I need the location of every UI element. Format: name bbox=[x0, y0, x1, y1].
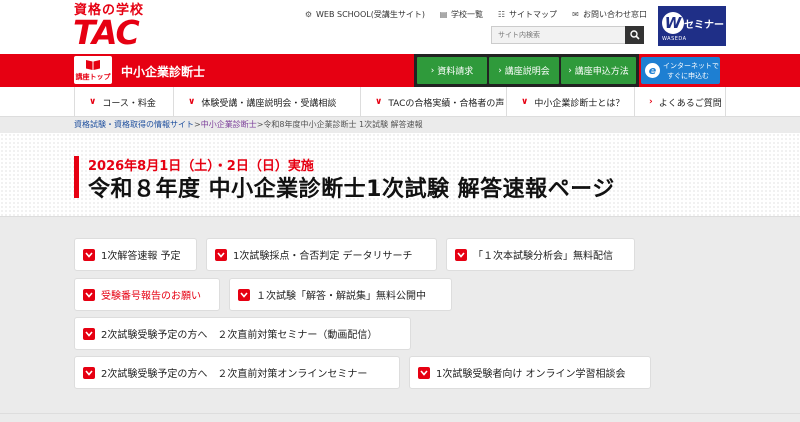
nav-label: 中小企業診断士とは？ bbox=[534, 98, 625, 109]
search-button[interactable] bbox=[625, 26, 644, 44]
toplink-web-school[interactable]: ⚙ WEB SCHOOL(受講生サイト) bbox=[304, 9, 425, 20]
link-label: 受験番号報告のお願い bbox=[101, 291, 201, 302]
section-title: 中小企業診断士 bbox=[121, 65, 206, 79]
chevron-down-icon bbox=[83, 248, 95, 261]
hero-accent-bar bbox=[74, 156, 79, 198]
link-label: 2次試験受験予定の方へ ２次直前対策セミナー（動画配信） bbox=[101, 330, 378, 341]
search-input[interactable] bbox=[491, 26, 625, 44]
request-brochure-button[interactable]: › 資料請求 bbox=[417, 57, 487, 84]
chevron-right-icon: › bbox=[498, 65, 502, 76]
link-label: 2次試験受験予定の方へ ２次直前対策オンラインセミナー bbox=[101, 369, 368, 380]
link-online-study-consultation[interactable]: 1次試験受験者向け オンライン学習相談会 bbox=[409, 356, 651, 389]
toplink-school-list[interactable]: ▤ 学校一覧 bbox=[439, 9, 483, 20]
mail-icon: ✉ bbox=[572, 10, 579, 19]
sitemap-icon: ☷ bbox=[497, 10, 506, 19]
toplink-label: お問い合わせ窓口 bbox=[582, 10, 647, 19]
toplink-contact[interactable]: ✉ お問い合わせ窓口 bbox=[571, 9, 647, 20]
apply-online-line2: すぐに申込む bbox=[667, 72, 709, 80]
chevron-down-icon: ∨ bbox=[188, 97, 196, 107]
link-answer-book[interactable]: １次試験「解答・解説集」無料公開中 bbox=[229, 278, 452, 311]
link-secondary-online-seminar[interactable]: 2次試験受験予定の方へ ２次直前対策オンラインセミナー bbox=[74, 356, 400, 389]
chevron-down-icon bbox=[215, 248, 227, 261]
logo-text: TAC bbox=[73, 13, 140, 52]
site-header: 資格の学校 TAC ⚙ WEB SCHOOL(受講生サイト) ▤ 学校一覧 ☷ … bbox=[0, 0, 800, 54]
chevron-down-icon bbox=[83, 288, 95, 301]
utility-links: ⚙ WEB SCHOOL(受講生サイト) ▤ 学校一覧 ☷ サイトマップ ✉ お… bbox=[304, 9, 661, 20]
chevron-down-icon bbox=[238, 288, 250, 301]
chevron-right-icon: › bbox=[430, 65, 435, 76]
toplink-label: サイトマップ bbox=[508, 10, 557, 19]
chevron-down-icon: ∨ bbox=[521, 97, 529, 107]
course-top-label: 講座トップ bbox=[75, 73, 111, 81]
toplink-label: 学校一覧 bbox=[450, 10, 483, 19]
chevron-down-icon bbox=[418, 366, 430, 379]
breadcrumb-current: 令和8年度中小企業診断士 1次試験 解答速報 bbox=[263, 120, 423, 129]
chevron-down-icon bbox=[83, 327, 95, 340]
link-label: 1次試験受験者向け オンライン学習相談会 bbox=[436, 369, 626, 380]
button-label: 資料請求 bbox=[437, 67, 474, 77]
link-exam-number-report[interactable]: 受験番号報告のお願い bbox=[74, 278, 220, 311]
course-bar: 講座トップ 中小企業診断士 › 資料請求 › 講座説明会 › 講座申込方法 e … bbox=[0, 54, 800, 87]
link-secondary-video-seminar[interactable]: 2次試験受験予定の方へ ２次直前対策セミナー（動画配信） bbox=[74, 317, 411, 350]
chevron-down-icon: ∨ bbox=[375, 97, 383, 107]
page-title: 令和８年度 中小企業診断士1次試験 解答速報ページ bbox=[88, 177, 615, 202]
apply-online-line1: インターネットで bbox=[663, 62, 719, 70]
waseda-text: セミナー bbox=[684, 20, 724, 31]
waseda-sub: WASEDA bbox=[662, 36, 687, 42]
link-label: 「１次本試験分析会」無料配信 bbox=[473, 251, 613, 262]
button-label: 講座申込方法 bbox=[574, 67, 629, 77]
breadcrumb: 資格試験・資格取得の情報サイト>中小企業診断士>令和8年度中小企業診断士 1次試… bbox=[0, 117, 800, 133]
nav-course-fees[interactable]: ∨ コース・料金 bbox=[74, 87, 173, 117]
book-icon: ▤ bbox=[439, 10, 448, 19]
site-search bbox=[491, 26, 644, 44]
main-nav: ∨ コース・料金 ∨ 体験受講・講座説明会・受講相談 ∨ TACの合格実績・合格… bbox=[0, 87, 800, 117]
apply-online-button[interactable]: e インターネットで すぐに申込む bbox=[641, 57, 720, 84]
action-buttons: › 資料請求 › 講座説明会 › 講座申込方法 bbox=[414, 54, 639, 87]
chevron-right-icon: › bbox=[568, 65, 572, 76]
tac-logo[interactable]: 資格の学校 TAC bbox=[73, 3, 164, 52]
chevron-right-icon: › bbox=[649, 97, 653, 107]
search-icon bbox=[629, 30, 640, 40]
nav-label: 体験受講・講座説明会・受講相談 bbox=[201, 98, 337, 109]
internet-icon: e bbox=[645, 63, 660, 78]
nav-label: コース・料金 bbox=[102, 98, 156, 109]
toplink-sitemap[interactable]: ☷ サイトマップ bbox=[497, 9, 557, 20]
link-label: 1次試験採点・合否判定 データリサーチ bbox=[233, 251, 413, 262]
nav-label: よくあるご質問 bbox=[658, 98, 722, 109]
nav-about-exam[interactable]: ∨ 中小企業診断士とは？ bbox=[506, 87, 634, 117]
how-to-apply-button[interactable]: › 講座申込方法 bbox=[561, 57, 636, 84]
link-label: 1次解答速報 予定 bbox=[101, 251, 181, 262]
nav-label: TACの合格実績・合格者の声 bbox=[388, 98, 505, 109]
nav-results-voices[interactable]: ∨ TACの合格実績・合格者の声 bbox=[360, 87, 506, 117]
course-top-button[interactable]: 講座トップ bbox=[74, 56, 112, 84]
waseda-seminar-banner[interactable]: W セミナー WASEDA bbox=[658, 6, 726, 46]
chevron-down-icon bbox=[83, 366, 95, 379]
nav-faq[interactable]: › よくあるご質問 bbox=[634, 87, 726, 117]
chevron-down-icon bbox=[455, 248, 467, 261]
waseda-mark: W bbox=[662, 12, 684, 34]
chevron-down-icon: ∨ bbox=[89, 97, 97, 107]
footer-divider bbox=[0, 413, 800, 414]
breadcrumb-course-link[interactable]: 中小企業診断士 bbox=[201, 120, 257, 129]
breadcrumb-home-link[interactable]: 資格試験・資格取得の情報サイト bbox=[74, 120, 194, 129]
hero-section: 2026年8月1日（土）・2日（日）実施 令和８年度 中小企業診断士1次試験 解… bbox=[0, 133, 800, 216]
toplink-label: WEB SCHOOL(受講生サイト) bbox=[316, 10, 425, 19]
gear-icon: ⚙ bbox=[304, 10, 313, 19]
breadcrumb-separator: > bbox=[194, 120, 201, 129]
course-briefing-button[interactable]: › 講座説明会 bbox=[489, 57, 559, 84]
link-answer-schedule[interactable]: 1次解答速報 予定 bbox=[74, 238, 197, 271]
link-scoring-research[interactable]: 1次試験採点・合否判定 データリサーチ bbox=[206, 238, 437, 271]
nav-trial-briefing[interactable]: ∨ 体験受講・講座説明会・受講相談 bbox=[173, 87, 360, 117]
link-analysis-session[interactable]: 「１次本試験分析会」無料配信 bbox=[446, 238, 635, 271]
book-icon bbox=[86, 60, 100, 70]
link-label: １次試験「解答・解説集」無料公開中 bbox=[256, 291, 426, 302]
button-label: 講座説明会 bbox=[504, 67, 550, 77]
